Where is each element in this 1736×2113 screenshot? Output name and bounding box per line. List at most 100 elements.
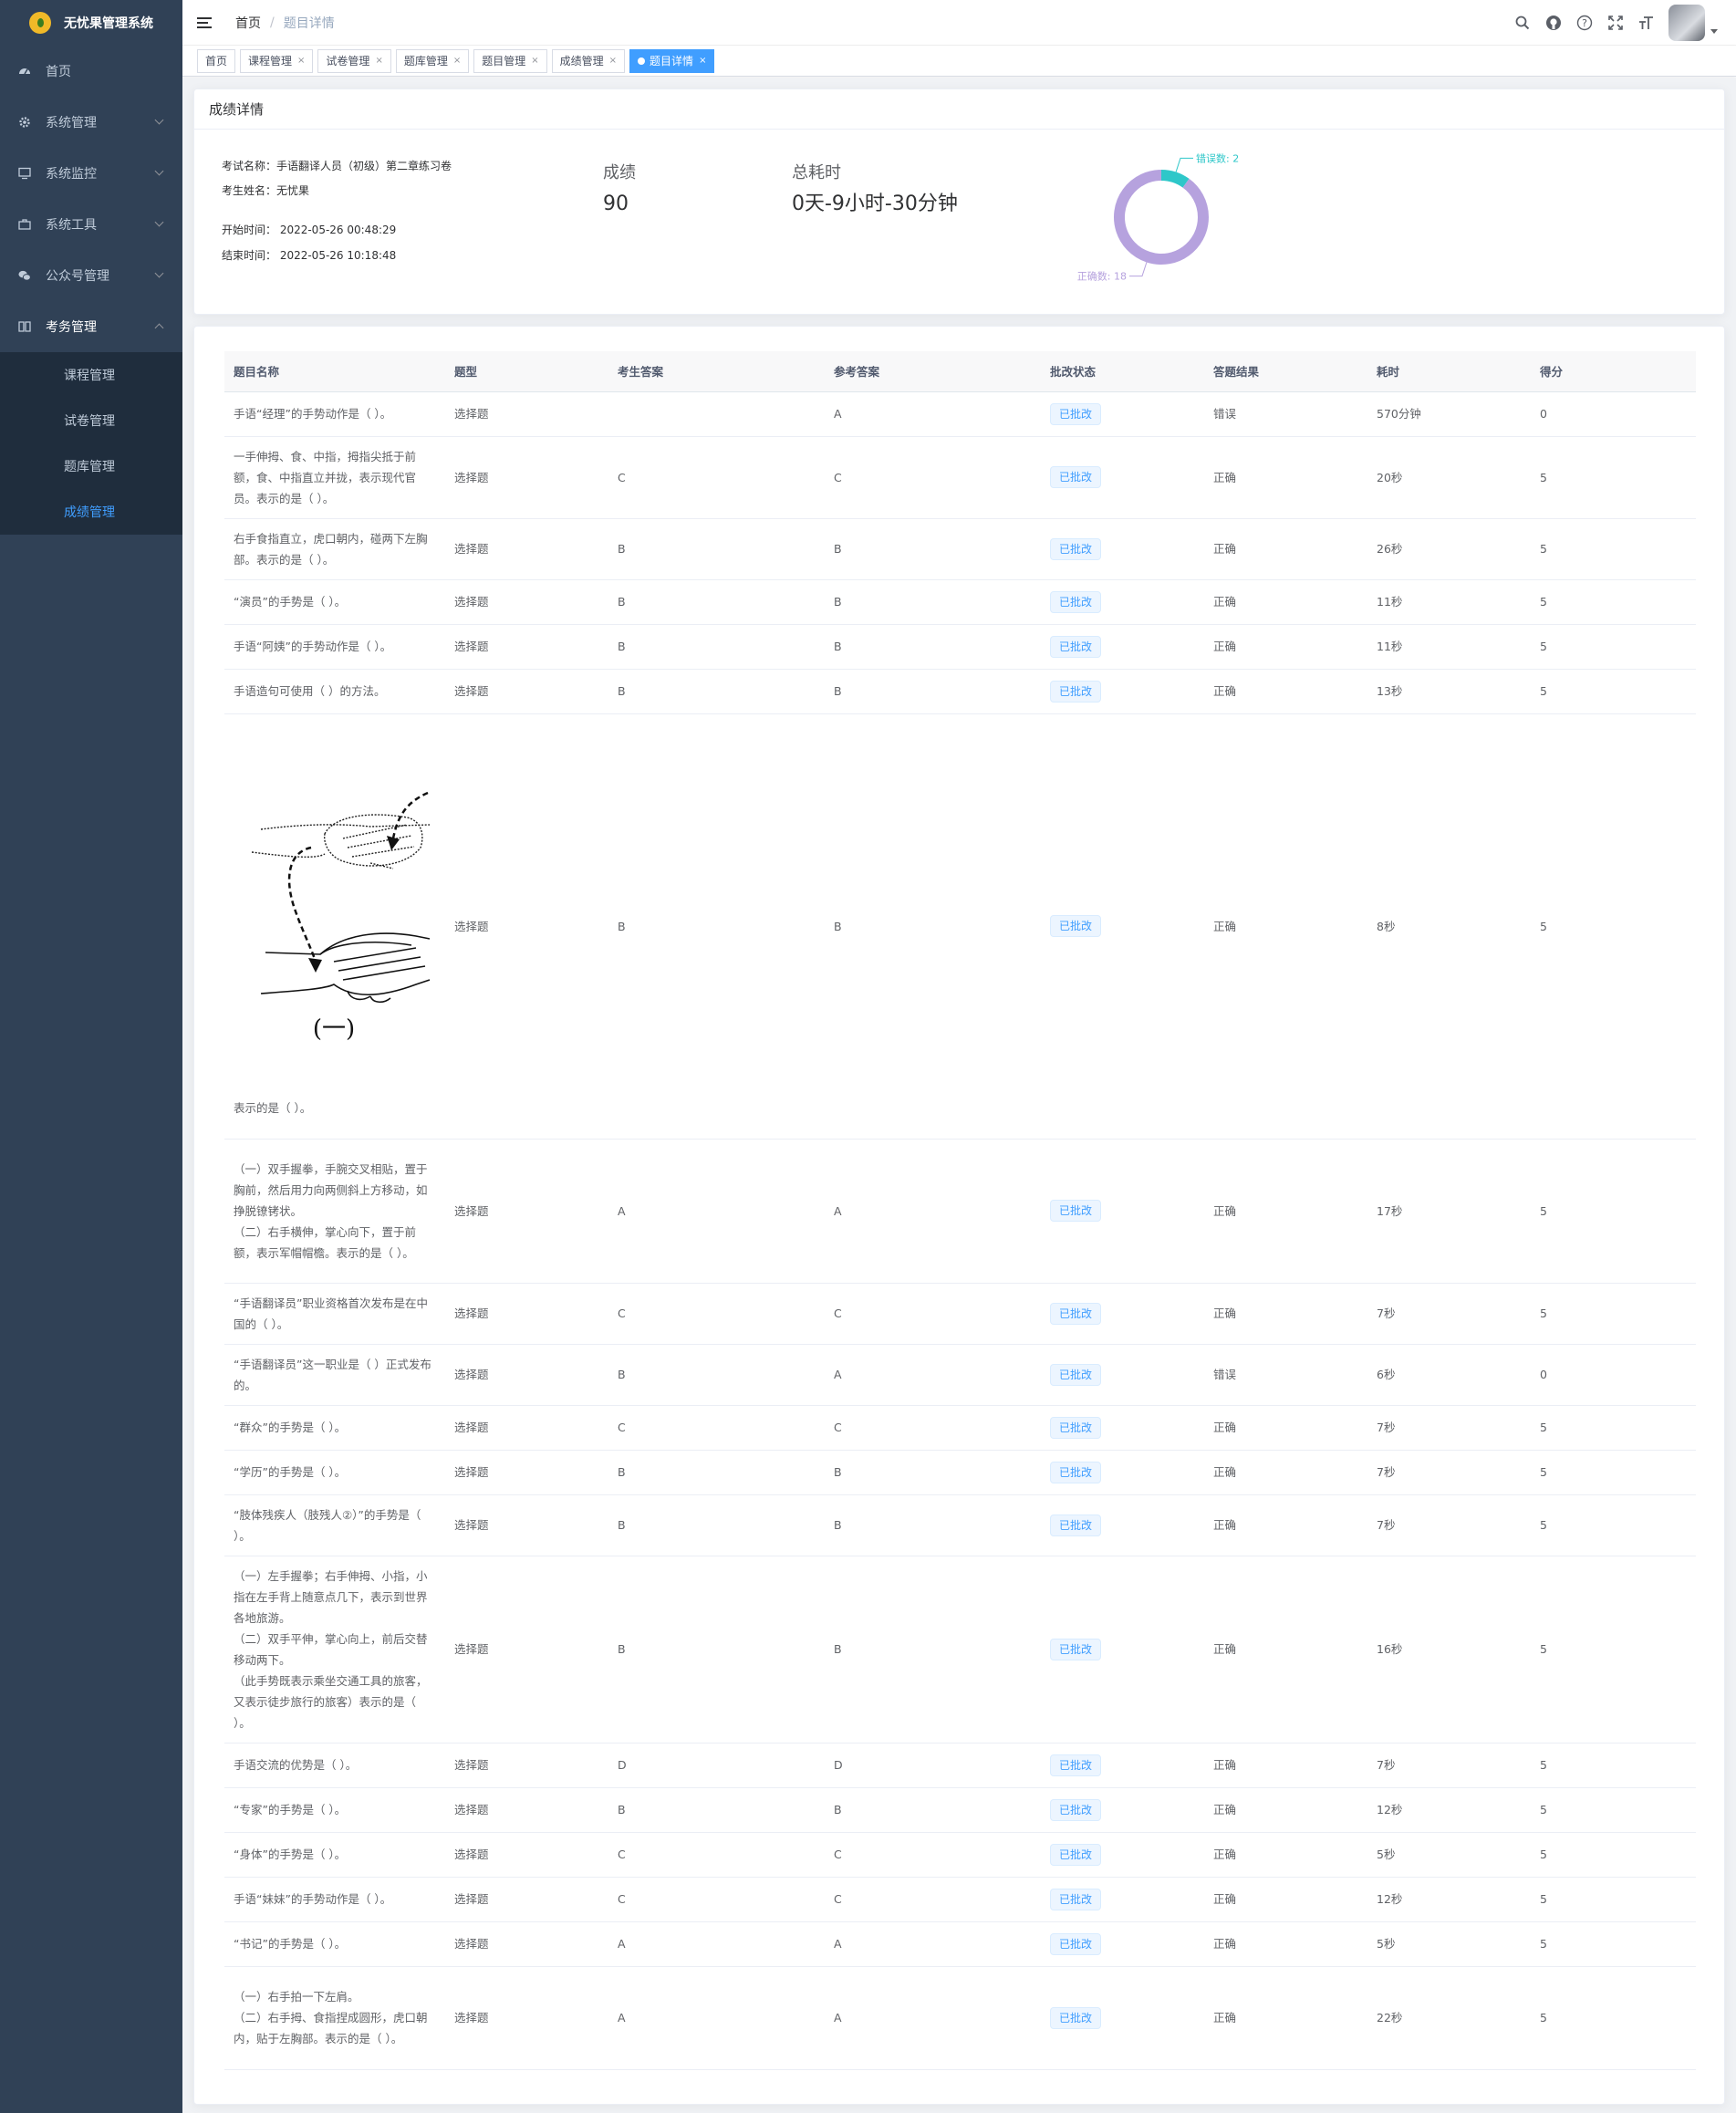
tag-item-active[interactable]: 题目详情 ×	[629, 48, 715, 73]
result-cell: 正确	[1204, 1556, 1367, 1743]
book-icon	[18, 320, 31, 333]
question-type-cell: 选择题	[445, 713, 608, 1140]
status-cell: 已批改	[1041, 1877, 1204, 1922]
sidebar-subitem-question-bank[interactable]: 题库管理	[0, 443, 182, 489]
table-row[interactable]: “专家”的手势是（ ）。 选择题 B B 已批改 正确 12秒 5	[224, 1787, 1696, 1833]
chevron-down-icon[interactable]	[1710, 28, 1718, 34]
table-row[interactable]: 手语“妹妹”的手势动作是（ ）。 选择题 C C 已批改 正确 12秒 5	[224, 1877, 1696, 1922]
sidebar-menu: 首页 系统管理系统监控系统工具 公众号管理考务管理课程管理 试卷管理 题库管理 成绩管理	[0, 46, 182, 535]
sidebar-subitem-score[interactable]: 成绩管理	[0, 489, 182, 535]
status-cell: 已批改	[1041, 1921, 1204, 1967]
status-cell: 已批改	[1041, 1966, 1204, 2070]
status-cell: 已批改	[1041, 1743, 1204, 1788]
table-row[interactable]: （一）双手握拳，手腕交叉相贴，置于胸前，然后用力向两侧斜上方移动，如挣脱镣铐状。…	[224, 1139, 1696, 1284]
table-row[interactable]: “书记”的手势是（ ）。 选择题 A A 已批改 正确 5秒 5	[224, 1921, 1696, 1967]
table-row[interactable]: （一）左手握拳；右手伸拇、小指，小指在左手背上随意点几下，表示到世界各地旅游。 …	[224, 1556, 1696, 1743]
question-type-cell: 选择题	[445, 1405, 608, 1451]
avatar[interactable]	[1668, 5, 1705, 41]
app-title: 无忧果管理系统	[64, 16, 153, 31]
time-cell: 11秒	[1367, 579, 1531, 625]
table-row[interactable]: 右手食指直立，虎口朝内，碰两下左胸部。表示的是（ ）。 选择题 B B 已批改 正确 26秒…	[224, 518, 1696, 580]
score-cell: 5	[1531, 1966, 1696, 2070]
reference-answer-cell: C	[825, 1877, 1041, 1922]
table-row[interactable]: “肢体残疾人（肢残人②）”的手势是（ ）。 选择题 B B 已批改 正确 7秒 5	[224, 1494, 1696, 1556]
close-icon[interactable]: ×	[453, 56, 461, 66]
score-cell: 5	[1531, 579, 1696, 625]
table-row[interactable]: “手语翻译员”职业资格首次发布是在中国的（ ）。 选择题 C C 已批改 正确 7秒 5	[224, 1283, 1696, 1345]
github-icon[interactable]	[1544, 14, 1563, 32]
table-row[interactable]: 手语“阿姨”的手势动作是（ ）。 选择题 B B 已批改 正确 11秒 5	[224, 624, 1696, 670]
chevron-up-icon	[154, 323, 164, 333]
sidebar-subitem-course[interactable]: 课程管理	[0, 352, 182, 398]
correct-count-label: 正确数: 18	[1077, 271, 1127, 283]
table-row[interactable]: （一）右手拍一下左肩。 （二）右手拇、食指捏成圆形，虎口朝内，贴于左胸部。表示的…	[224, 1966, 1696, 2070]
time-cell: 17秒	[1367, 1139, 1531, 1284]
wrong-slice[interactable]	[1160, 170, 1190, 188]
tag-item[interactable]: 试卷管理 ×	[317, 48, 391, 73]
table-row[interactable]: “身体”的手势是（ ）。 选择题 C C 已批改 正确 5秒 5	[224, 1832, 1696, 1878]
search-icon[interactable]	[1513, 14, 1532, 32]
question-name-cell: （一）右手拍一下左肩。 （二）右手拇、食指捏成圆形，虎口朝内，贴于左胸部。表示的…	[224, 1966, 445, 2070]
sidebar-item-home[interactable]: 首页	[0, 46, 182, 97]
tag-label: 试卷管理	[326, 55, 370, 68]
reference-answer-cell: A	[825, 391, 1041, 437]
sidebar-item-monitor[interactable]: 系统监控	[0, 148, 182, 199]
fullscreen-icon[interactable]	[1606, 14, 1625, 32]
tag-label: 题目详情	[650, 55, 694, 68]
student-name: 考生姓名：无忧果	[222, 184, 310, 197]
tags-view: 首页 课程管理 × 试卷管理 × 题库管理 × 题目管理 × 成绩管理 × 题目详情 ×	[182, 46, 1736, 77]
reference-answer-cell: A	[825, 1139, 1041, 1284]
reference-answer-cell: B	[825, 1450, 1041, 1495]
font-size-icon[interactable]	[1637, 14, 1656, 32]
question-type-cell: 选择题	[445, 436, 608, 519]
close-icon[interactable]: ×	[531, 56, 538, 66]
time-cell: 8秒	[1367, 713, 1531, 1140]
logo[interactable]: 无忧果管理系统	[0, 0, 182, 46]
sidebar-item-exam[interactable]: 考务管理	[0, 301, 182, 352]
score-label: 成绩	[603, 163, 636, 182]
tag-item[interactable]: 成绩管理 ×	[551, 48, 626, 73]
close-icon[interactable]: ×	[375, 56, 382, 66]
table-row[interactable]: “学历”的手势是（ ）。 选择题 B B 已批改 正确 7秒 5	[224, 1450, 1696, 1495]
sidebar-item-label: 系统监控	[46, 167, 97, 182]
table-row[interactable]: 手语“经理”的手势动作是（ ）。 选择题 A 已批改 错误 570分钟 0	[224, 391, 1696, 437]
table-row[interactable]: 手语交流的优势是（ ）。 选择题 D D 已批改 正确 7秒 5	[224, 1743, 1696, 1788]
time-cell: 7秒	[1367, 1283, 1531, 1345]
close-icon[interactable]: ×	[699, 56, 706, 66]
result-cell: 正确	[1204, 436, 1367, 519]
help-icon[interactable]: ?	[1575, 14, 1594, 32]
breadcrumb-home[interactable]: 首页	[235, 14, 261, 32]
table-row[interactable]: (一) 表示的是（ ）。 选择题 B B 已批改 正确 8秒 5	[224, 713, 1696, 1140]
tag-item[interactable]: 题库管理 ×	[395, 48, 470, 73]
table-row[interactable]: 手语造句可使用（ ）的方法。 选择题 B B 已批改 正确 13秒 5	[224, 669, 1696, 714]
breadcrumb: 首页 / 题目详情	[235, 14, 335, 32]
column-header: 得分	[1531, 351, 1696, 392]
close-icon[interactable]: ×	[609, 56, 617, 66]
label-leader-line	[1128, 262, 1148, 277]
table-row[interactable]: “演员”的手势是（ ）。 选择题 B B 已批改 正确 11秒 5	[224, 579, 1696, 625]
sidebar-item-wechat[interactable]: 公众号管理	[0, 250, 182, 301]
close-icon[interactable]: ×	[297, 56, 305, 66]
score-summary-card: 成绩详情 考试名称：手语翻译人员（初级）第二章练习卷 考生姓名：无忧果 开始时间…	[193, 88, 1725, 315]
score-value: 90	[603, 193, 629, 215]
tag-item[interactable]: 首页	[197, 48, 236, 73]
tag-item[interactable]: 课程管理 ×	[240, 48, 314, 73]
status-badge: 已批改	[1050, 1932, 1102, 1955]
sidebar-item-tools[interactable]: 系统工具	[0, 199, 182, 250]
status-cell: 已批改	[1041, 713, 1204, 1140]
correct-slice[interactable]	[1114, 170, 1209, 265]
sidebar-item-label: 考务管理	[46, 320, 97, 335]
question-type-cell: 选择题	[445, 1450, 608, 1495]
status-cell: 已批改	[1041, 1405, 1204, 1451]
hamburger-icon[interactable]	[197, 14, 215, 32]
time-cell: 7秒	[1367, 1743, 1531, 1788]
table-row[interactable]: “群众”的手势是（ ）。 选择题 C C 已批改 正确 7秒 5	[224, 1405, 1696, 1451]
student-answer-cell: B	[608, 1344, 825, 1406]
status-cell: 已批改	[1041, 1556, 1204, 1743]
label-leader-line	[1175, 157, 1194, 172]
tag-item[interactable]: 题目管理 ×	[473, 48, 547, 73]
sidebar-item-system[interactable]: 系统管理	[0, 97, 182, 148]
table-row[interactable]: 一手伸拇、食、中指，拇指尖抵于前额，食、中指直立并拢，表示现代官员。表示的是（ …	[224, 436, 1696, 519]
table-row[interactable]: “手语翻译员”这一职业是（ ）正式发布的。 选择题 B A 已批改 错误 6秒 0	[224, 1344, 1696, 1406]
sidebar-subitem-paper[interactable]: 试卷管理	[0, 398, 182, 443]
